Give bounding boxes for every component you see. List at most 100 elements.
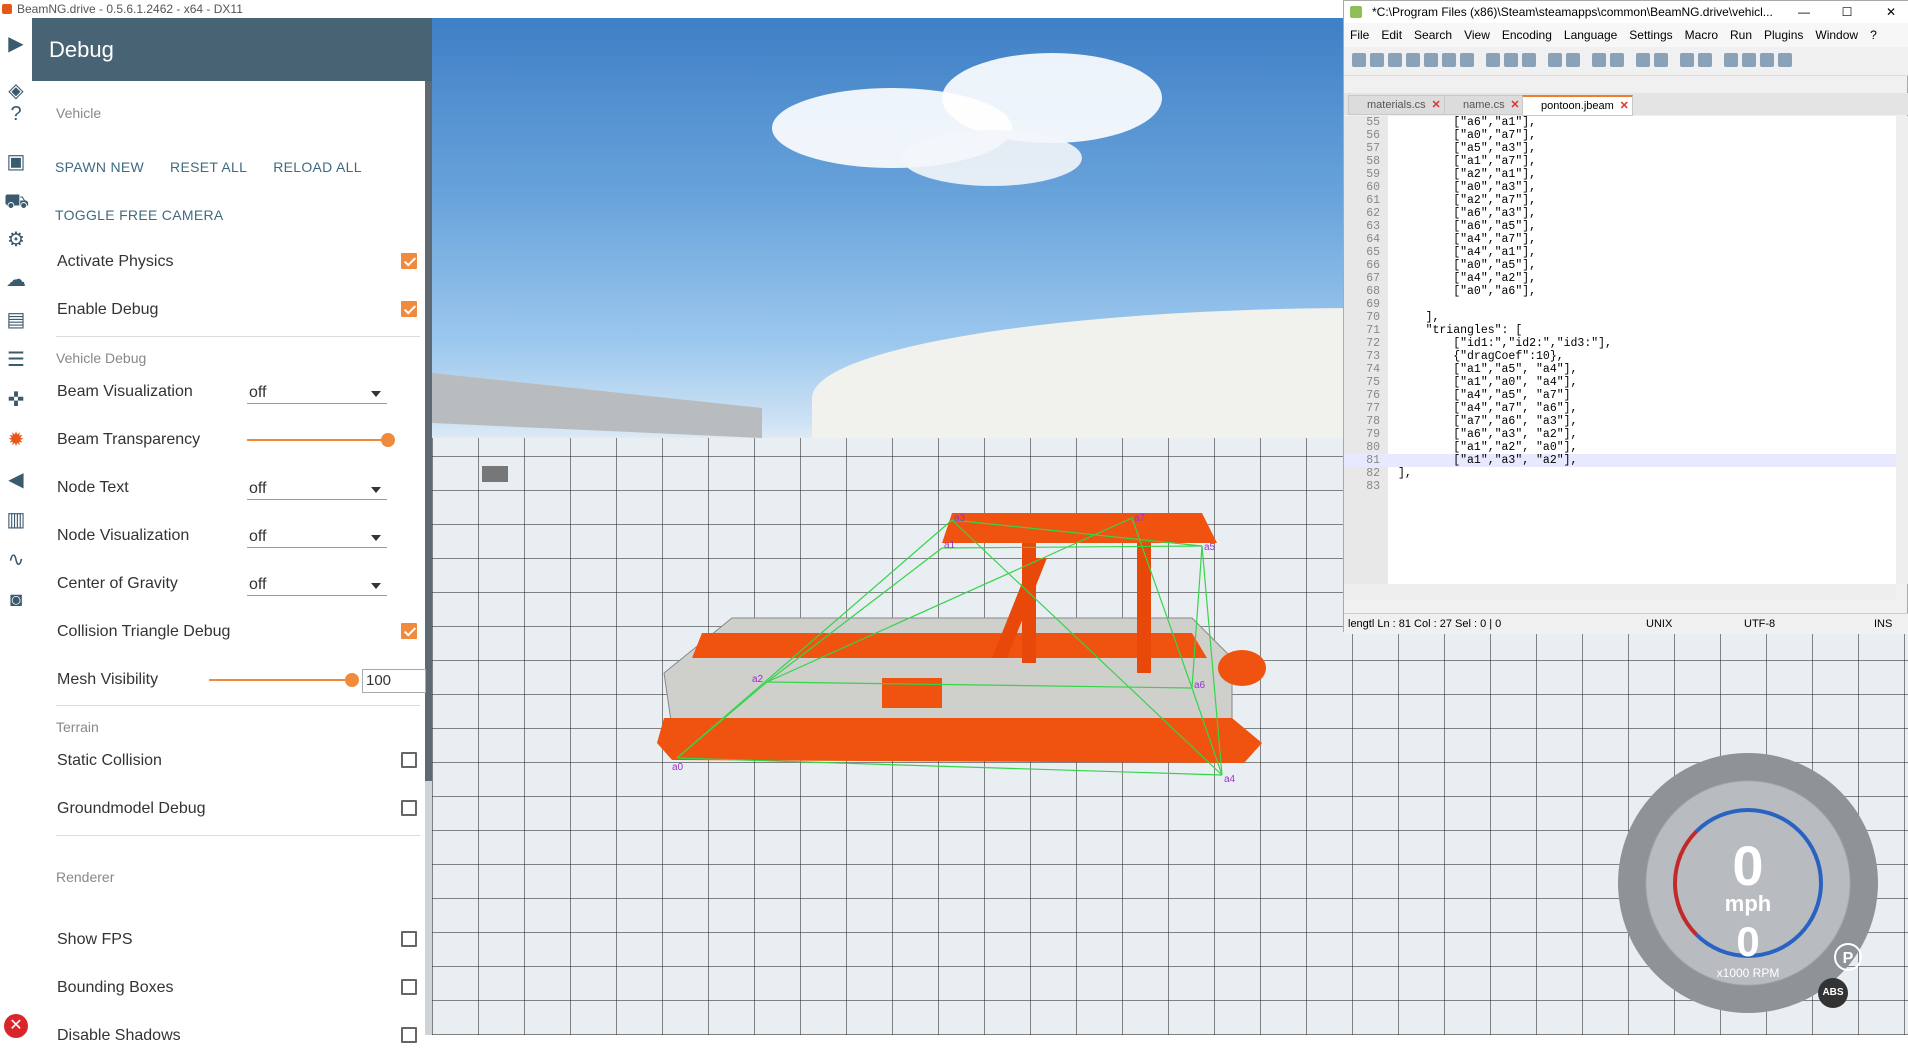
layers-icon[interactable]: ◈: [4, 79, 28, 103]
code-line[interactable]: 75 ["a1","a0", "a4"],: [1344, 376, 1896, 389]
stats-icon[interactable]: ▥: [4, 508, 28, 532]
enable-debug-row[interactable]: Enable Debug: [57, 295, 427, 325]
code-line[interactable]: 64 ["a4","a7"],: [1344, 233, 1896, 246]
play-icon[interactable]: ▶: [4, 32, 28, 56]
sync-scroll-icon[interactable]: [1680, 53, 1694, 67]
spawn-new-button[interactable]: SPAWN NEW: [55, 159, 144, 175]
code-line[interactable]: 72 ["id1:","id2:","id3:"],: [1344, 337, 1896, 350]
code-line[interactable]: 70 ],: [1344, 311, 1896, 324]
reload-all-button[interactable]: RELOAD ALL: [273, 159, 362, 175]
code-line[interactable]: 71 "triangles": [: [1344, 324, 1896, 337]
options-icon[interactable]: ☰: [4, 348, 28, 372]
minimize-icon[interactable]: —: [1789, 1, 1819, 23]
show-fps-row[interactable]: Show FPS: [57, 925, 427, 955]
code-line[interactable]: 68 ["a0","a6"],: [1344, 285, 1896, 298]
weather-icon[interactable]: ☁: [4, 268, 28, 292]
code-line[interactable]: 63 ["a6","a5"],: [1344, 220, 1896, 233]
code-line[interactable]: 67 ["a4","a2"],: [1344, 272, 1896, 285]
code-line[interactable]: 77 ["a4","a7", "a6"],: [1344, 402, 1896, 415]
cut-icon[interactable]: [1486, 53, 1500, 67]
code-line[interactable]: 69: [1344, 298, 1896, 311]
bounding-boxes-row[interactable]: Bounding Boxes: [57, 973, 427, 1003]
debug-icon[interactable]: ✹: [4, 428, 28, 452]
replace-icon[interactable]: [1610, 53, 1624, 67]
enable-debug-checkbox[interactable]: [401, 301, 417, 317]
mesh-visibility-slider[interactable]: [209, 679, 351, 681]
controls-icon[interactable]: ✜: [4, 388, 28, 412]
print-icon[interactable]: [1460, 53, 1474, 67]
menu-run[interactable]: Run: [1730, 28, 1752, 42]
code-line[interactable]: 65 ["a4","a1"],: [1344, 246, 1896, 259]
editor-horizontal-scrollbar[interactable]: [1344, 584, 1896, 600]
save-icon[interactable]: [1388, 53, 1402, 67]
code-line[interactable]: 79 ["a6","a3", "a2"],: [1344, 428, 1896, 441]
groundmodel-debug-row[interactable]: Groundmodel Debug: [57, 794, 427, 824]
menu-edit[interactable]: Edit: [1381, 28, 1402, 42]
code-line[interactable]: 74 ["a1","a5", "a4"],: [1344, 363, 1896, 376]
menu-encoding[interactable]: Encoding: [1502, 28, 1552, 42]
editor-vertical-scrollbar[interactable]: [1896, 116, 1908, 584]
notepad-editor[interactable]: 55 ["a6","a1"], 56 ["a0","a7"], 57 ["a5","…: [1344, 116, 1896, 584]
activate-physics-checkbox[interactable]: [401, 253, 417, 269]
indent-guide-icon[interactable]: [1742, 53, 1756, 67]
tab-close-icon[interactable]: ✕: [1431, 96, 1440, 114]
toggle-free-camera-button[interactable]: TOGGLE FREE CAMERA: [55, 207, 224, 223]
code-line[interactable]: 78 ["a7","a6", "a3"],: [1344, 415, 1896, 428]
beam-transparency-slider-handle[interactable]: [381, 433, 395, 447]
menu-window[interactable]: Window: [1815, 28, 1858, 42]
disable-shadows-checkbox[interactable]: [401, 1027, 417, 1043]
track-icon[interactable]: ∿: [4, 548, 28, 572]
collision-triangle-debug-row[interactable]: Collision Triangle Debug: [57, 617, 427, 647]
code-line[interactable]: 58 ["a1","a7"],: [1344, 155, 1896, 168]
activate-physics-row[interactable]: Activate Physics: [57, 247, 427, 277]
close-all-icon[interactable]: [1442, 53, 1456, 67]
code-line[interactable]: 73 {"dragCoef":10},: [1344, 350, 1896, 363]
beam-transparency-slider[interactable]: [247, 439, 387, 441]
close-icon[interactable]: ✕: [1876, 1, 1906, 23]
tab-name-cs[interactable]: name.cs ✕: [1444, 95, 1524, 115]
menu-file[interactable]: File: [1350, 28, 1369, 42]
collision-triangle-debug-checkbox[interactable]: [401, 623, 417, 639]
environment-icon[interactable]: ▤: [4, 308, 28, 332]
code-line[interactable]: 82],: [1344, 467, 1896, 480]
menu-view[interactable]: View: [1464, 28, 1490, 42]
code-line[interactable]: 76 ["a4","a5", "a7"]: [1344, 389, 1896, 402]
menu-search[interactable]: Search: [1414, 28, 1452, 42]
config-icon[interactable]: ⚙: [4, 228, 28, 252]
paste-icon[interactable]: [1522, 53, 1536, 67]
code-line[interactable]: 56 ["a0","a7"],: [1344, 129, 1896, 142]
close-icon[interactable]: ✕: [4, 1014, 28, 1038]
reset-all-button[interactable]: RESET ALL: [170, 159, 247, 175]
maximize-icon[interactable]: ☐: [1832, 1, 1862, 23]
open-file-icon[interactable]: [1370, 53, 1384, 67]
code-line[interactable]: 80 ["a1","a2", "a0"],: [1344, 441, 1896, 454]
tab-materials-cs[interactable]: materials.cs ✕: [1348, 95, 1445, 115]
undo-icon[interactable]: [1548, 53, 1562, 67]
code-line[interactable]: 61 ["a2","a7"],: [1344, 194, 1896, 207]
redo-icon[interactable]: [1566, 53, 1580, 67]
center-of-gravity-select[interactable]: off: [247, 573, 387, 596]
find-icon[interactable]: [1592, 53, 1606, 67]
audio-icon[interactable]: ◀: [4, 468, 28, 492]
node-visualization-select[interactable]: off: [247, 525, 387, 548]
zoom-out-icon[interactable]: [1654, 53, 1668, 67]
bounding-boxes-checkbox[interactable]: [401, 979, 417, 995]
disable-shadows-row[interactable]: Disable Shadows: [57, 1021, 427, 1051]
static-collision-row[interactable]: Static Collision: [57, 746, 427, 776]
mesh-visibility-slider-handle[interactable]: [345, 673, 359, 687]
new-file-icon[interactable]: [1352, 53, 1366, 67]
menu-language[interactable]: Language: [1564, 28, 1617, 42]
save-all-icon[interactable]: [1406, 53, 1420, 67]
code-line[interactable]: 62 ["a6","a3"],: [1344, 207, 1896, 220]
help-icon[interactable]: ?: [4, 102, 28, 126]
menu-settings[interactable]: Settings: [1629, 28, 1672, 42]
code-line[interactable]: 59 ["a2","a1"],: [1344, 168, 1896, 181]
code-line[interactable]: 83: [1344, 480, 1896, 493]
menu-help[interactable]: ?: [1870, 28, 1877, 42]
code-line[interactable]: 66 ["a0","a5"],: [1344, 259, 1896, 272]
close-file-icon[interactable]: [1424, 53, 1438, 67]
udl-icon[interactable]: [1760, 53, 1774, 67]
tab-pontoon-jbeam[interactable]: pontoon.jbeam ✕: [1522, 95, 1633, 116]
code-line[interactable]: 55 ["a6","a1"],: [1344, 116, 1896, 129]
show-fps-checkbox[interactable]: [401, 931, 417, 947]
